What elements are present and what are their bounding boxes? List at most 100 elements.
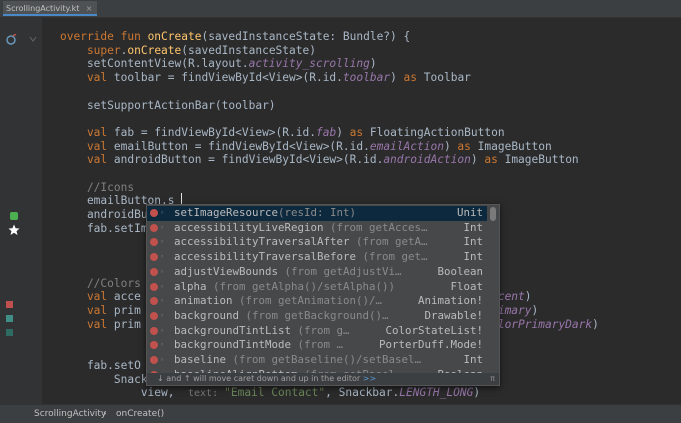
code-token: prim <box>113 304 141 317</box>
code-token: androidBu <box>60 208 148 222</box>
code-token: //Icons <box>60 180 135 194</box>
code-line[interactable]: //Icons <box>60 181 134 195</box>
code-token: val <box>60 139 114 153</box>
code-line[interactable]: val toolbar = findViewById<View>(R.id.to… <box>60 71 471 85</box>
code-token: setContentView(R.layout. <box>60 57 249 71</box>
completion-item[interactable]: ◦ backgroundTintList (from g… ColorStateLi… <box>147 324 487 339</box>
completion-item-detail: (from getBaseline()/setBasel… <box>226 353 422 366</box>
code-token: val <box>60 125 114 139</box>
completion-item[interactable]: ◦ alpha (from getAlpha()/setAlpha()) Float <box>147 280 487 295</box>
android-icon <box>10 212 18 220</box>
code-token: Toolbar <box>423 71 471 85</box>
pi-icon[interactable]: π <box>490 373 495 385</box>
completion-item[interactable]: ◦ background (from getBackground()… Drawab… <box>147 309 487 324</box>
code-token: val <box>60 317 114 331</box>
completion-item-type: Int <box>463 220 483 234</box>
code-token: val <box>60 71 114 85</box>
close-icon[interactable]: × <box>86 1 93 16</box>
breadcrumb-separator: › <box>103 409 107 419</box>
completion-item[interactable]: ◦ accessibilityLiveRegion (from getAcces…… <box>147 221 487 236</box>
code-line[interactable]: val androidButton = findViewById<View>(R… <box>60 153 579 167</box>
code-token: as <box>484 153 505 167</box>
code-line[interactable]: setSupportActionBar(toolbar) <box>60 99 276 113</box>
completion-item-detail: (from getBackground()… <box>239 308 389 322</box>
color-primary-dark-swatch-icon <box>6 329 13 336</box>
code-line[interactable]: //Colors <box>60 277 141 291</box>
completion-item[interactable]: ◦ animation (from getAnimation()/… Animati… <box>147 294 487 309</box>
code-token: LENGTH_LONG <box>399 386 474 400</box>
completion-item[interactable]: ◦ backgroundTintMode (from … PorterDuff.Mo… <box>147 338 487 353</box>
completion-item-name: adjustViewBounds (from getAdjustVi… <box>174 265 402 280</box>
code-line[interactable]: override fun onCreate(savedInstanceState… <box>60 30 410 44</box>
code-token: val <box>60 290 114 304</box>
code-line[interactable]: val fab = findViewById<View>(R.id.fab) a… <box>60 126 505 140</box>
completion-item-type: Drawable! <box>424 308 483 322</box>
completion-item-type: ColorStateList! <box>385 323 483 337</box>
editor-gutter <box>0 18 42 404</box>
star-icon <box>8 224 20 235</box>
completion-item-detail: (from getAnimation()/… <box>232 294 383 308</box>
completion-item-label: accessibilityLiveRegion <box>174 220 324 234</box>
code-line[interactable]: super.onCreate(savedInstanceState) <box>60 44 316 58</box>
code-token: toolbar <box>342 71 391 85</box>
tab-label: ScrollingActivity.kt <box>6 4 80 13</box>
completion-item-label: setImageResource <box>174 206 279 219</box>
editor-tab-bar: ScrollingActivity.kt × <box>0 0 681 18</box>
code-token: ) <box>390 71 404 85</box>
code-token: androidButton = findViewById<View>(R.id. <box>113 153 384 167</box>
code-token: "Email Contact" <box>224 386 326 400</box>
method-icon <box>150 311 158 320</box>
breadcrumb-class[interactable]: ScrollingActivity <box>34 405 106 423</box>
method-icon <box>150 267 158 276</box>
completion-item-name: accessibilityLiveRegion (from getAcces… <box>174 221 428 236</box>
completion-item-type: Int <box>463 235 483 249</box>
completion-item-label: backgroundTintMode <box>174 338 292 352</box>
code-line[interactable]: fab.setO <box>60 359 141 373</box>
code-token: setSupportActionBar(toolbar) <box>60 98 276 112</box>
completion-item[interactable]: ◦ accessibilityTraversalBefore (from get…… <box>147 250 487 265</box>
color-accent-swatch-icon <box>6 301 13 308</box>
completion-item-label: background <box>174 308 240 322</box>
visibility-icon: ◦ <box>160 209 165 217</box>
code-token: FloatingActionButton <box>369 125 505 139</box>
completion-item-detail: (from get… <box>356 250 428 264</box>
override-method-icon[interactable] <box>5 34 17 46</box>
code-line[interactable]: androidBu <box>60 208 148 222</box>
code-token: ) <box>592 317 599 331</box>
tab-scrolling-activity[interactable]: ScrollingActivity.kt × <box>3 1 98 16</box>
completion-item[interactable]: ◦ baseline (from getBaseline()/setBasel… I… <box>147 353 487 368</box>
completion-item[interactable]: ◦ setImageResource(resId: Int) Unit <box>147 206 487 221</box>
completion-scrollbar[interactable] <box>490 207 496 221</box>
code-token: ) <box>531 304 539 317</box>
code-token: emailButton = findViewById<View>(R.id. <box>113 139 370 153</box>
method-icon <box>150 282 158 291</box>
visibility-icon: ◦ <box>160 238 165 247</box>
visibility-icon: ◦ <box>160 311 165 320</box>
visibility-icon: ◦ <box>160 223 165 232</box>
completion-item-name: backgroundTintMode (from … <box>174 338 343 353</box>
code-token: fab <box>315 125 337 139</box>
fold-icon[interactable] <box>28 34 38 44</box>
completion-item[interactable]: ◦ accessibilityTraversalAfter (from getA…… <box>147 235 487 250</box>
completion-item[interactable]: ◦ adjustViewBounds (from getAdjustVi… Bool… <box>147 265 487 280</box>
method-icon <box>150 341 158 350</box>
method-icon <box>150 297 158 306</box>
code-line[interactable]: setContentView(R.layout.activity_scrolli… <box>60 57 377 71</box>
completion-footer: ↓ and ↑ will move caret down and up in t… <box>147 373 499 385</box>
code-token: fab = findViewById<View>(R.id. <box>113 125 316 139</box>
completion-item-type: PorterDuff.Mode! <box>378 338 483 352</box>
breadcrumb-method[interactable]: onCreate() <box>116 405 164 423</box>
completion-more-link[interactable]: >> <box>363 374 376 383</box>
completion-item-type: Int <box>463 250 483 264</box>
code-token: emailAction <box>369 139 444 153</box>
code-token: (savedInstanceState: Bundle?) { <box>201 30 411 43</box>
code-line[interactable]: view, text: "Email Contact", Snackbar.LE… <box>60 386 480 400</box>
code-line[interactable]: val emailButton = findViewById<View>(R.i… <box>60 140 552 154</box>
code-token: as <box>457 139 478 153</box>
code-token: ImageButton <box>477 139 552 153</box>
completion-item-type: Int <box>463 353 483 366</box>
code-token: ) <box>470 153 485 167</box>
completion-item-label: baseline <box>174 353 227 366</box>
completion-item-label: alpha <box>174 279 207 293</box>
code-line[interactable]: fab.setIm <box>60 222 148 236</box>
